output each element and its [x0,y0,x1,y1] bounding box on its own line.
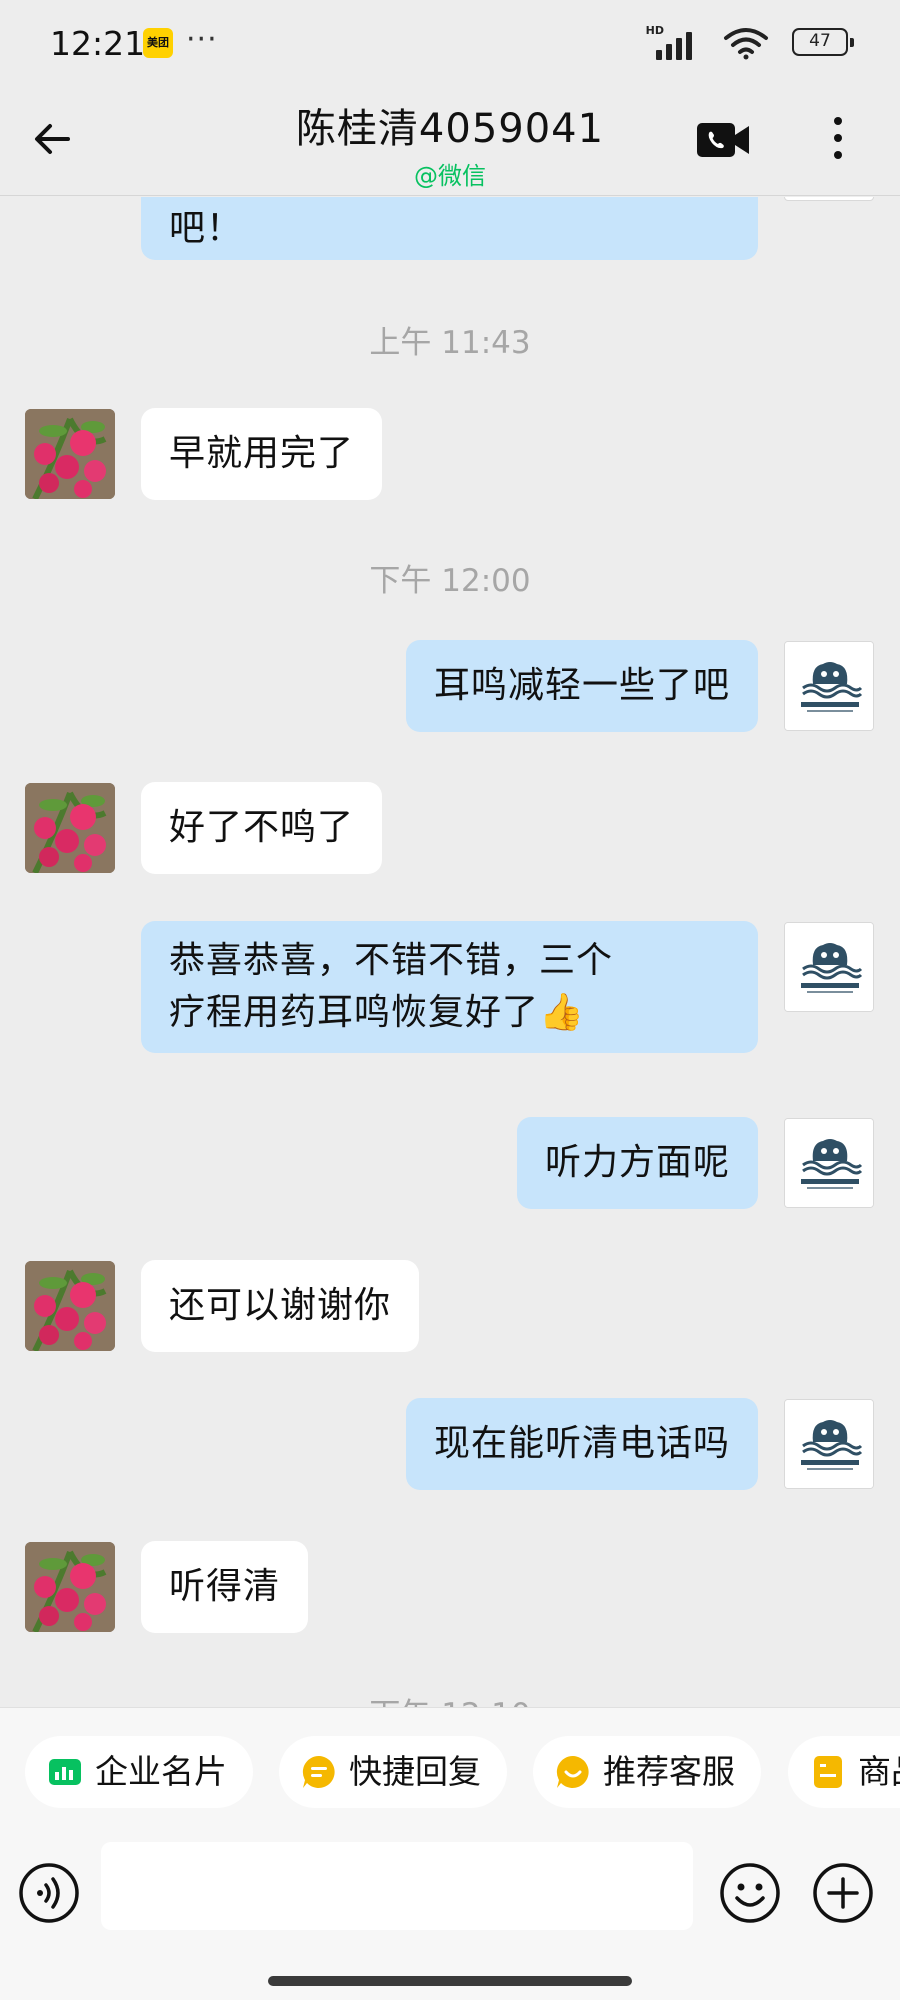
hospital-avatar[interactable] [784,641,874,731]
video-call-icon[interactable] [697,120,751,160]
chip-label: 企业名片 [95,1752,227,1791]
timestamp: 上午 11:43 [369,325,531,361]
contact-avatar[interactable] [25,409,115,499]
hospital-logo-icon [785,1400,873,1488]
home-indicator[interactable] [268,1976,632,1986]
message-text-line: 恭喜恭喜，不错不错，三个 [169,940,614,981]
chat-title: 陈桂清4059041 [295,106,605,152]
message-text: 早就用完了 [169,433,355,474]
quick-reply-button[interactable]: 快捷回复 [279,1736,507,1808]
timestamp: 下午 12:00 [369,563,531,599]
chat-title-block: 陈桂清4059041 @微信 [0,96,900,191]
wifi-icon [724,28,768,60]
product-icon [814,1756,842,1788]
emoji-icon[interactable] [719,1862,781,1924]
more-notifications-icon: ··· [186,22,218,57]
quick-reply-icon [302,1755,335,1788]
message-text: 听力方面呢 [544,1142,730,1183]
chat-messages: 吧！ 上午 11:43 早就用完了 下午 12:00 耳鸣减轻一些了吧 好了不鸣… [0,197,900,1707]
recommend-service-icon [556,1755,589,1788]
hospital-avatar[interactable] [784,1399,874,1489]
message-text-line: 疗程用药耳鸣恢复好了👍 [169,987,730,1039]
message-text: 听得清 [169,1566,281,1607]
bottom-panel: 企业名片 快捷回复 推荐客服 商品 [0,1707,900,2000]
message-bubble-out: 吧！ [141,197,758,260]
message-bubble-in: 还可以谢谢你 [141,1260,420,1352]
meituan-app-icon: 美团 [143,28,173,58]
message-bubble-out: 听力方面呢 [516,1117,758,1209]
message-text: 还可以谢谢你 [169,1285,392,1326]
chat-source-label: @微信 [414,162,486,190]
recommend-service-button[interactable]: 推荐客服 [533,1736,761,1808]
message-text: 吧！ [169,208,244,249]
signal-icon [656,28,702,60]
timestamp: 下午 12:10 [0,1689,900,1707]
chip-label: 快捷回复 [349,1752,481,1791]
message-bubble-in: 听得清 [141,1541,309,1633]
voice-input-icon[interactable] [18,1862,80,1924]
flower-avatar-icon [25,783,115,873]
message-bubble-in: 好了不鸣了 [141,782,383,874]
status-bar: 12:21 美团 ··· HD 47 [0,0,900,88]
status-indicators: HD 47 [594,24,854,60]
chip-label: 推荐客服 [603,1752,735,1791]
product-button[interactable]: 商品 [788,1736,900,1808]
message-bubble-out: 现在能听清电话吗 [405,1398,758,1490]
more-options-icon[interactable] [820,112,856,168]
message-input-row [0,1842,900,1942]
hospital-avatar[interactable] [784,1118,874,1208]
status-time: 12:21 [50,24,146,63]
business-card-icon [49,1759,81,1785]
chat-header: 陈桂清4059041 @微信 [0,88,900,196]
flower-avatar-icon [25,409,115,499]
contact-avatar[interactable] [25,1261,115,1351]
battery-icon: 47 [792,28,854,56]
message-text: 好了不鸣了 [169,807,355,848]
quick-actions-bar: 企业名片 快捷回复 推荐客服 商品 [0,1736,900,1812]
message-bubble-in: 早就用完了 [141,408,383,500]
flower-avatar-icon [25,1542,115,1632]
message-bubble-out: 恭喜恭喜，不错不错，三个 疗程用药耳鸣恢复好了👍 [141,921,758,1053]
hospital-logo-icon [785,1119,873,1207]
hospital-avatar[interactable] [784,197,874,201]
flower-avatar-icon [25,1261,115,1351]
contact-avatar[interactable] [25,1542,115,1632]
hospital-avatar[interactable] [784,922,874,1012]
message-text: 疗程用药耳鸣恢复好了 [169,992,540,1033]
message-input[interactable] [101,1842,693,1930]
message-bubble-out: 耳鸣减轻一些了吧 [405,640,758,732]
plus-icon[interactable] [812,1862,874,1924]
message-text: 耳鸣减轻一些了吧 [433,665,730,706]
message-text: 现在能听清电话吗 [433,1423,730,1464]
thumbs-up-icon: 👍 [539,992,585,1033]
business-card-button[interactable]: 企业名片 [25,1736,253,1808]
contact-avatar[interactable] [25,783,115,873]
chip-label: 商品 [858,1752,900,1791]
hospital-logo-icon [785,642,873,730]
hospital-logo-icon [785,923,873,1011]
